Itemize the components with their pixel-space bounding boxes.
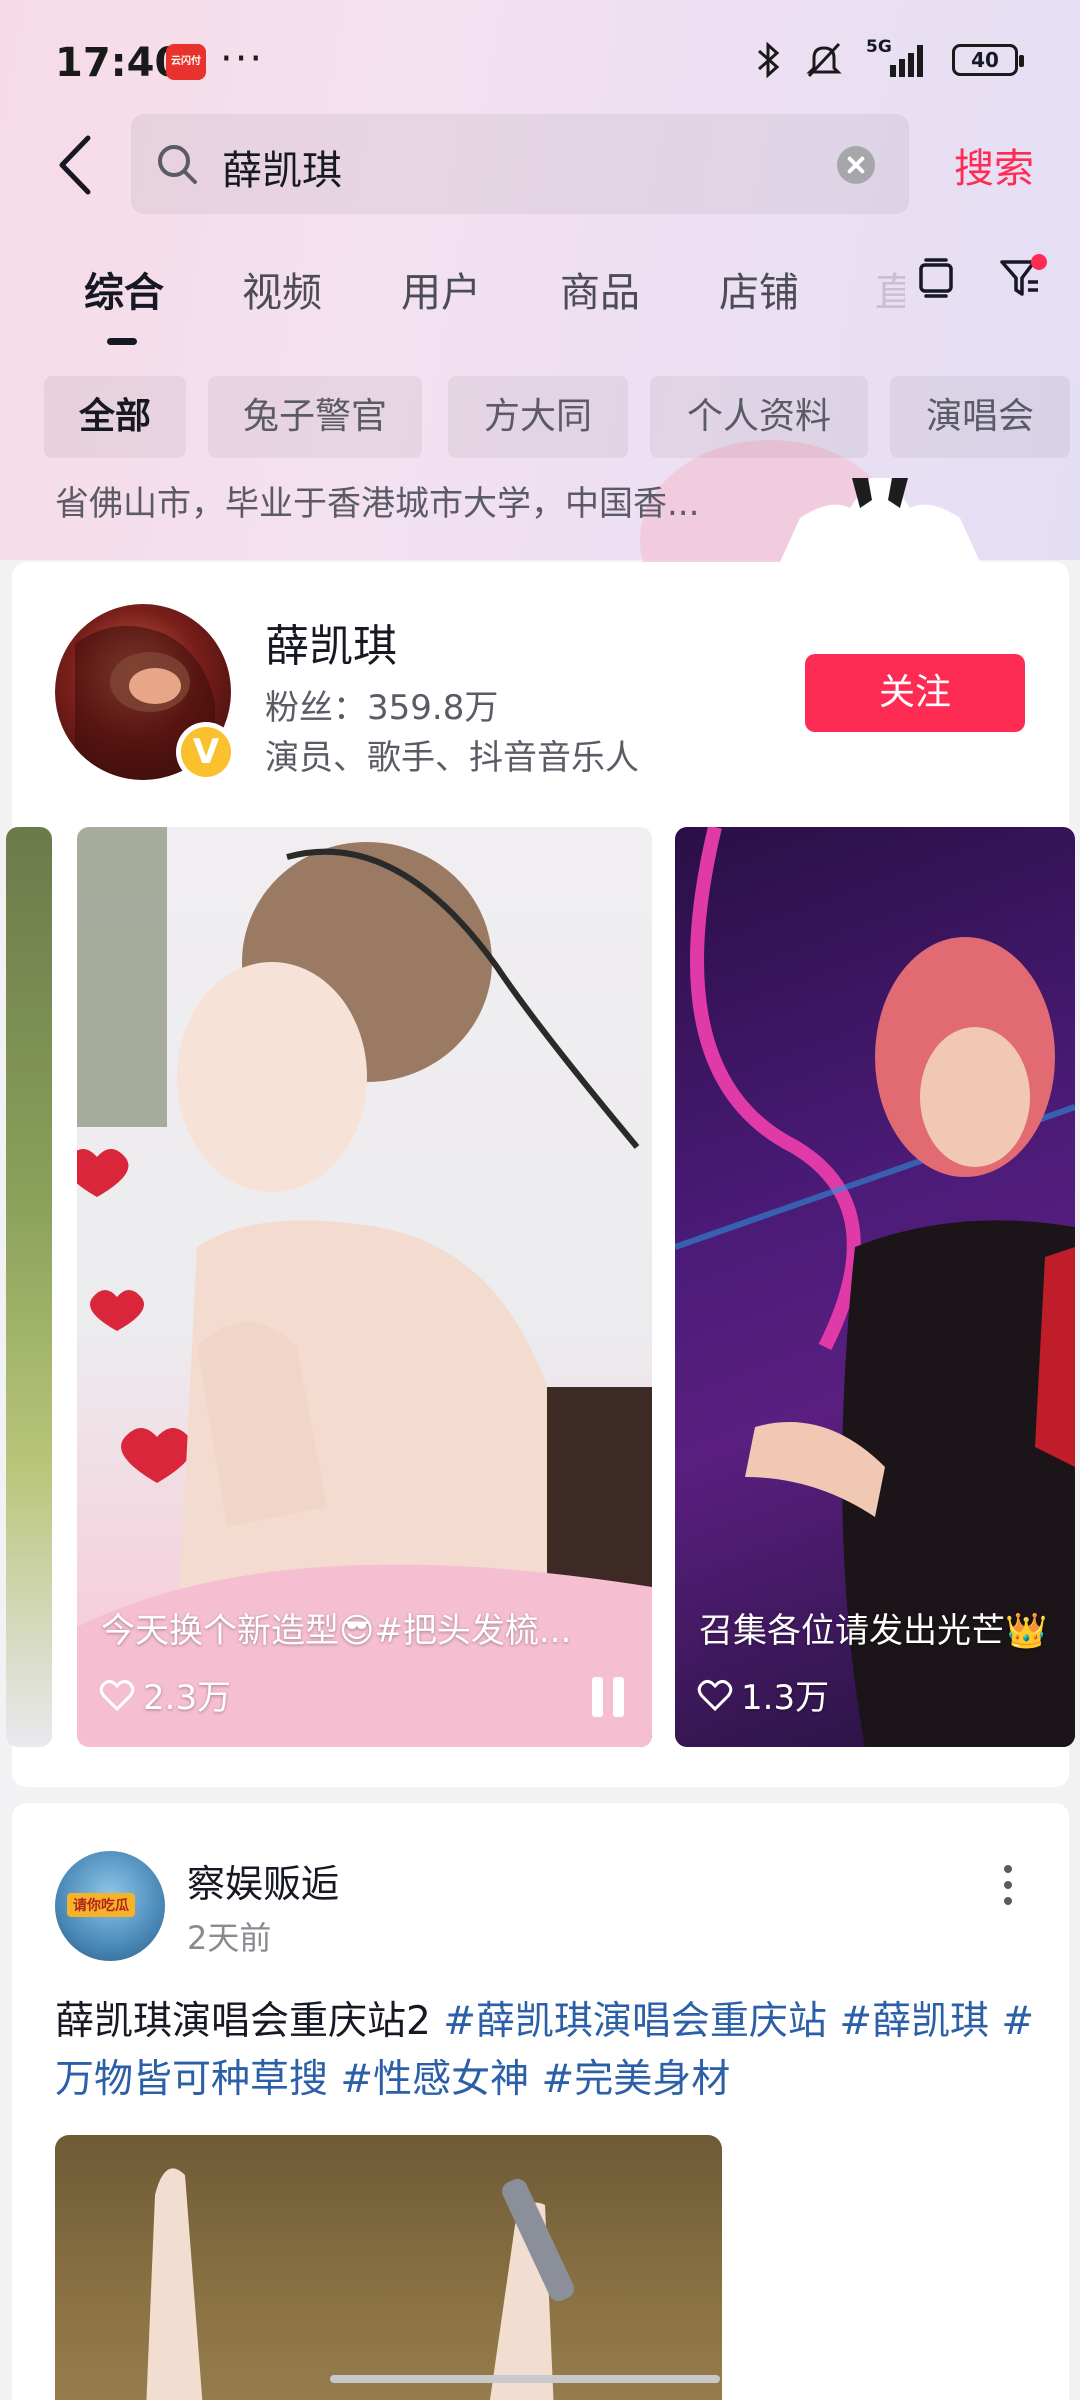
video-caption: 召集各位请发出光芒👑 [699,1611,1048,1651]
bio-snippet: 省佛山市，毕业于香港城市大学，中国香... [55,484,700,524]
tab-products[interactable]: 商品 [560,260,640,318]
chip-concert[interactable]: 演唱会 [890,376,1070,458]
app-notification-icon: 云闪付 [166,44,206,80]
avatar-tag: 请你吃瓜 [67,1893,135,1917]
hashtag-link[interactable]: #性感女神 [340,2057,529,2102]
tab-comprehensive[interactable]: 综合 [84,260,164,318]
search-query-text: 薛凯琪 [222,148,342,194]
chip-khalil-fong[interactable]: 方大同 [448,376,628,458]
home-indicator [330,2375,720,2383]
video-likes: 1.3万 [697,1670,829,1719]
battery-icon: 40 [952,44,1024,76]
post-author-name[interactable]: 察娱贩逅 [187,1853,339,1908]
search-input[interactable]: 薛凯琪 [131,114,909,214]
user-name: 薛凯琪 [265,621,397,672]
layout-toggle-icon[interactable] [918,256,954,300]
video-likes-count: 1.3万 [741,1678,830,1718]
video-thumbnail[interactable]: 今天换个新造型😎#把头发梳... 2.3万 [77,827,652,1747]
status-bar: 17:40 云闪付 ··· 5G 40 [0,0,1080,126]
tab-users[interactable]: 用户 [401,260,481,318]
active-tab-indicator [107,338,137,345]
more-notifications-icon: ··· [220,36,265,82]
search-icon [158,145,197,184]
post-card[interactable]: 请你吃瓜 察娱贩逅 2天前 薛凯琪演唱会重庆站2 #薛凯琪演唱会重庆站 #薛凯琪… [12,1803,1069,2400]
hashtag-link[interactable]: #完美身材 [542,2057,731,2102]
post-author-avatar[interactable]: 请你吃瓜 [55,1851,165,1961]
clear-search-icon[interactable] [837,146,875,184]
tab-shops[interactable]: 店铺 [719,260,799,318]
video-thumbnail[interactable]: 召集各位请发出光芒👑 1.3万 [675,827,1075,1747]
chip-profile[interactable]: 个人资料 [650,376,868,458]
status-time: 17:40 [55,40,183,86]
signal-icon: 5G [866,37,930,79]
heart-icon [99,1679,135,1711]
profile-photo-peek [780,478,980,562]
bluetooth-icon [758,41,780,79]
tab-live-partial[interactable]: 直 [875,260,905,318]
video-thumbnail-partial[interactable] [6,827,52,1747]
post-text: 薛凯琪演唱会重庆站2 #薛凯琪演唱会重庆站 #薛凯琪 #万物皆可种草搜 #性感女… [55,1993,1045,2109]
video-caption: 今天换个新造型😎#把头发梳... [101,1611,572,1651]
filter-notification-dot [1031,254,1047,270]
follow-button[interactable]: 关注 [805,654,1025,732]
hashtag-link[interactable]: #薛凯琪 [839,1999,989,2044]
heart-icon [697,1679,733,1711]
post-video-thumbnail[interactable] [55,2135,722,2400]
verified-badge-icon: V [176,722,236,782]
back-arrow-icon[interactable] [52,130,98,200]
fans-count: 粉丝：359.8万 [265,688,499,728]
search-button[interactable]: 搜索 [954,136,1034,194]
more-options-icon[interactable] [1002,1863,1014,1907]
post-time: 2天前 [187,1919,272,1957]
chip-rabbit-officer[interactable]: 兔子警官 [208,376,422,458]
silent-mode-icon [806,42,842,78]
tab-video[interactable]: 视频 [242,260,322,318]
user-role: 演员、歌手、抖音音乐人 [265,738,639,778]
hashtag-link[interactable]: #薛凯琪演唱会重庆站 [443,1999,827,2044]
chip-all[interactable]: 全部 [44,376,186,458]
user-result-card[interactable]: V 薛凯琪 粉丝：359.8万 演员、歌手、抖音音乐人 关注 今天换个新造型😎#… [6,562,1075,1787]
video-likes-count: 2.3万 [143,1678,232,1718]
video-likes: 2.3万 [99,1670,231,1719]
post-text-plain: 薛凯琪演唱会重庆站2 [55,1999,444,2044]
pause-icon[interactable] [592,1677,624,1717]
